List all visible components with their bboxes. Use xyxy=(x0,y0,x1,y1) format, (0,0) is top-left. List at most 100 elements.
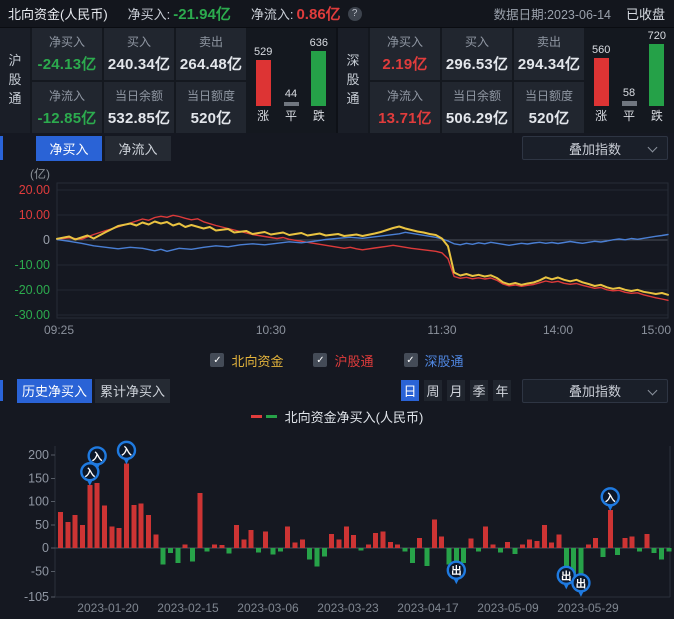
daily-bar[interactable] xyxy=(652,548,657,553)
daily-bar[interactable] xyxy=(293,542,298,548)
overlay-index-dropdown[interactable]: 叠加指数 xyxy=(522,136,668,160)
daily-bar[interactable] xyxy=(73,515,78,548)
daily-bar[interactable] xyxy=(483,527,488,548)
daily-bar[interactable] xyxy=(520,544,525,548)
marker-inflow[interactable]: 入 xyxy=(118,442,135,465)
daily-bar[interactable] xyxy=(205,548,210,552)
daily-bar[interactable] xyxy=(469,539,474,548)
daily-bar[interactable] xyxy=(278,548,283,552)
updown-bars: 560涨58平720跌 xyxy=(584,28,674,133)
daily-bar[interactable] xyxy=(285,527,290,548)
daily-bar[interactable] xyxy=(417,538,422,548)
daily-bar[interactable] xyxy=(190,548,195,562)
daily-bar[interactable] xyxy=(249,530,254,548)
daily-bar[interactable] xyxy=(556,535,561,549)
daily-bar[interactable] xyxy=(117,528,122,548)
daily-bar[interactable] xyxy=(447,548,452,565)
daily-bar[interactable] xyxy=(227,548,232,554)
tab-累计净买入[interactable]: 累计净买入 xyxy=(95,379,170,403)
daily-bar[interactable] xyxy=(461,548,466,563)
tab-净流入[interactable]: 净流入 xyxy=(105,136,171,161)
daily-bar[interactable] xyxy=(139,503,144,548)
daily-bar[interactable] xyxy=(124,463,129,548)
daily-bar[interactable] xyxy=(498,548,503,553)
daily-bar[interactable] xyxy=(373,533,378,548)
daily-bar[interactable] xyxy=(439,536,444,548)
daily-bar[interactable] xyxy=(131,505,136,548)
daily-bar[interactable] xyxy=(300,540,305,548)
daily-bar[interactable] xyxy=(359,548,364,550)
daily-bar[interactable] xyxy=(153,535,158,549)
checkbox-checked-icon[interactable]: ✓ xyxy=(313,353,327,367)
daily-bar[interactable] xyxy=(175,548,180,563)
daily-bar[interactable] xyxy=(608,510,613,548)
daily-bar[interactable] xyxy=(329,534,334,548)
daily-bar[interactable] xyxy=(425,548,430,566)
daily-bar[interactable] xyxy=(476,548,481,552)
daily-bar[interactable] xyxy=(322,548,327,556)
daily-bar[interactable] xyxy=(388,542,393,548)
daily-bar[interactable] xyxy=(161,548,166,565)
daily-bar[interactable] xyxy=(644,534,649,548)
daily-bar[interactable] xyxy=(168,548,173,553)
checkbox-checked-icon[interactable]: ✓ xyxy=(210,353,224,367)
daily-bar[interactable] xyxy=(659,548,664,560)
daily-bar[interactable] xyxy=(586,545,591,548)
daily-bar[interactable] xyxy=(271,548,276,555)
help-icon[interactable]: ? xyxy=(348,7,362,21)
daily-bar[interactable] xyxy=(351,535,356,548)
daily-bar[interactable] xyxy=(505,542,510,548)
daily-bar[interactable] xyxy=(381,531,386,548)
daily-bar[interactable] xyxy=(410,548,415,563)
daily-bar[interactable] xyxy=(87,485,92,548)
daily-bar[interactable] xyxy=(549,542,554,548)
daily-bar[interactable] xyxy=(65,522,70,548)
daily-bar[interactable] xyxy=(542,525,547,548)
marker-outflow[interactable]: 出 xyxy=(448,562,465,585)
daily-bar[interactable] xyxy=(615,548,620,555)
daily-bar[interactable] xyxy=(183,545,188,548)
daily-bar[interactable] xyxy=(234,525,239,548)
tab-净买入[interactable]: 净买入 xyxy=(36,136,102,161)
daily-bar[interactable] xyxy=(256,548,261,553)
daily-bar[interactable] xyxy=(337,540,342,548)
tab-历史净买入[interactable]: 历史净买入 xyxy=(17,379,92,403)
daily-bar[interactable] xyxy=(307,548,312,560)
daily-bar[interactable] xyxy=(241,540,246,548)
daily-bar[interactable] xyxy=(666,548,671,552)
marker-inflow[interactable]: 入 xyxy=(602,488,619,511)
daily-bar[interactable] xyxy=(535,541,540,548)
period-button-年[interactable]: 年 xyxy=(493,380,511,401)
daily-bar[interactable] xyxy=(527,540,532,548)
daily-bar[interactable] xyxy=(263,532,268,548)
daily-bar[interactable] xyxy=(513,548,518,554)
daily-bar[interactable] xyxy=(146,515,151,548)
daily-bar[interactable] xyxy=(600,548,605,557)
daily-bar[interactable] xyxy=(212,544,217,548)
daily-bar[interactable] xyxy=(315,548,320,567)
daily-bar[interactable] xyxy=(432,520,437,548)
daily-bar[interactable] xyxy=(395,544,400,548)
daily-bar[interactable] xyxy=(58,512,63,548)
daily-bar[interactable] xyxy=(622,538,627,548)
daily-bar[interactable] xyxy=(593,538,598,548)
daily-bar[interactable] xyxy=(630,536,635,548)
daily-bar[interactable] xyxy=(109,527,114,548)
daily-bar[interactable] xyxy=(197,493,202,548)
period-button-月[interactable]: 月 xyxy=(447,380,465,401)
marker-outflow[interactable]: 出 xyxy=(572,574,589,597)
period-button-季[interactable]: 季 xyxy=(470,380,488,401)
overlay-index-dropdown[interactable]: 叠加指数 xyxy=(522,379,668,403)
daily-bar[interactable] xyxy=(637,548,642,552)
period-button-周[interactable]: 周 xyxy=(424,380,442,401)
daily-bar[interactable] xyxy=(344,527,349,548)
daily-bar[interactable] xyxy=(366,544,371,548)
checkbox-checked-icon[interactable]: ✓ xyxy=(404,353,418,367)
daily-bar[interactable] xyxy=(80,525,85,548)
daily-bar[interactable] xyxy=(219,545,224,548)
period-button-日[interactable]: 日 xyxy=(401,380,419,401)
daily-bar[interactable] xyxy=(491,545,496,548)
daily-bar[interactable] xyxy=(102,506,107,548)
daily-bar[interactable] xyxy=(403,548,408,552)
daily-bar[interactable] xyxy=(95,483,100,548)
